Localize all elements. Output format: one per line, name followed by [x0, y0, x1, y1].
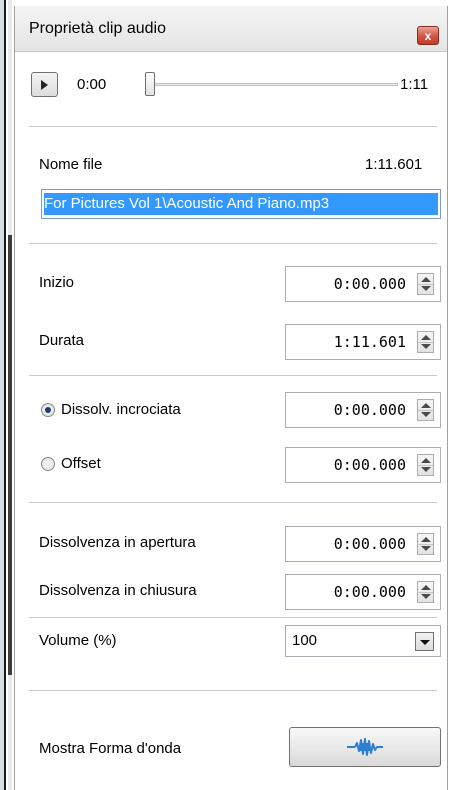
dialog-title: Proprietà clip audio: [29, 20, 166, 37]
duration-value[interactable]: 1:11.601: [286, 325, 406, 359]
divider: [29, 243, 437, 244]
play-icon: [41, 79, 48, 90]
start-spin-buttons[interactable]: [417, 273, 434, 295]
spin-up-icon[interactable]: [421, 277, 431, 282]
offset-radio[interactable]: [41, 457, 55, 471]
file-path-text: For Pictures Vol 1\Acoustic And Piano.mp…: [44, 193, 438, 215]
fade-out-spin-buttons[interactable]: [417, 581, 434, 603]
offset-value[interactable]: 0:00.000: [286, 448, 406, 482]
volume-select[interactable]: 100: [285, 625, 441, 657]
audio-clip-properties-dialog: Proprietà clip audio x 0:00 1:11 Nome fi…: [14, 6, 448, 790]
current-time: 0:00: [77, 76, 107, 93]
spin-down-icon[interactable]: [421, 344, 431, 349]
spin-down-icon[interactable]: [421, 286, 431, 291]
fade-out-spinbox[interactable]: 0:00.000: [285, 574, 441, 610]
spin-down-icon[interactable]: [421, 412, 431, 417]
crossfade-value[interactable]: 0:00.000: [286, 393, 406, 427]
fade-in-spin-buttons[interactable]: [417, 533, 434, 555]
spin-up-icon[interactable]: [421, 585, 431, 590]
volume-dropdown-button[interactable]: [415, 632, 434, 651]
spin-up-icon[interactable]: [421, 537, 431, 542]
playback-slider-track[interactable]: [150, 83, 398, 86]
start-value[interactable]: 0:00.000: [286, 267, 406, 301]
chevron-down-icon: [420, 640, 430, 645]
close-icon: x: [424, 28, 432, 43]
start-label: Inizio: [39, 274, 75, 291]
offset-label[interactable]: Offset: [61, 455, 101, 472]
fade-out-label: Dissolvenza in chiusura: [39, 582, 197, 599]
spin-down-icon[interactable]: [421, 546, 431, 551]
file-name-label: Nome file: [39, 156, 103, 173]
divider: [29, 617, 437, 618]
playback-slider-thumb[interactable]: [145, 72, 155, 96]
file-path-field[interactable]: For Pictures Vol 1\Acoustic And Piano.mp…: [41, 189, 441, 219]
close-button[interactable]: x: [417, 26, 439, 45]
file-duration: 1:11.601: [365, 156, 423, 173]
divider: [29, 126, 437, 127]
fade-in-label: Dissolvenza in apertura: [39, 534, 196, 551]
show-waveform-button[interactable]: [289, 727, 441, 767]
crossfade-spin-buttons[interactable]: [417, 399, 434, 421]
offset-spin-buttons[interactable]: [417, 454, 434, 476]
spin-down-icon[interactable]: [421, 467, 431, 472]
window-edge: [0, 0, 6, 790]
duration-label: Durata: [39, 332, 85, 349]
duration-spinbox[interactable]: 1:11.601: [285, 324, 441, 360]
play-button[interactable]: [31, 72, 58, 97]
fade-in-value[interactable]: 0:00.000: [286, 527, 406, 561]
spin-up-icon[interactable]: [421, 335, 431, 340]
offset-spinbox[interactable]: 0:00.000: [285, 447, 441, 483]
spin-down-icon[interactable]: [421, 594, 431, 599]
divider: [29, 375, 437, 376]
volume-value: 100: [292, 632, 318, 649]
crossfade-radio[interactable]: [41, 403, 55, 417]
show-waveform-label: Mostra Forma d'onda: [39, 740, 182, 757]
duration-spin-buttons[interactable]: [417, 331, 434, 353]
divider: [29, 690, 437, 691]
title-bar[interactable]: Proprietà clip audio x: [15, 6, 447, 52]
background-scrollbar[interactable]: [8, 0, 12, 790]
spin-up-icon[interactable]: [421, 458, 431, 463]
start-spinbox[interactable]: 0:00.000: [285, 266, 441, 302]
volume-label: Volume (%): [39, 632, 117, 649]
fade-in-spinbox[interactable]: 0:00.000: [285, 526, 441, 562]
spin-up-icon[interactable]: [421, 403, 431, 408]
fade-out-value[interactable]: 0:00.000: [286, 575, 406, 609]
waveform-icon: [347, 738, 383, 756]
crossfade-spinbox[interactable]: 0:00.000: [285, 392, 441, 428]
divider: [29, 502, 437, 503]
crossfade-label[interactable]: Dissolv. incrociata: [61, 401, 181, 418]
background-scrollbar-thumb[interactable]: [8, 235, 12, 675]
total-time: 1:11: [400, 76, 429, 93]
